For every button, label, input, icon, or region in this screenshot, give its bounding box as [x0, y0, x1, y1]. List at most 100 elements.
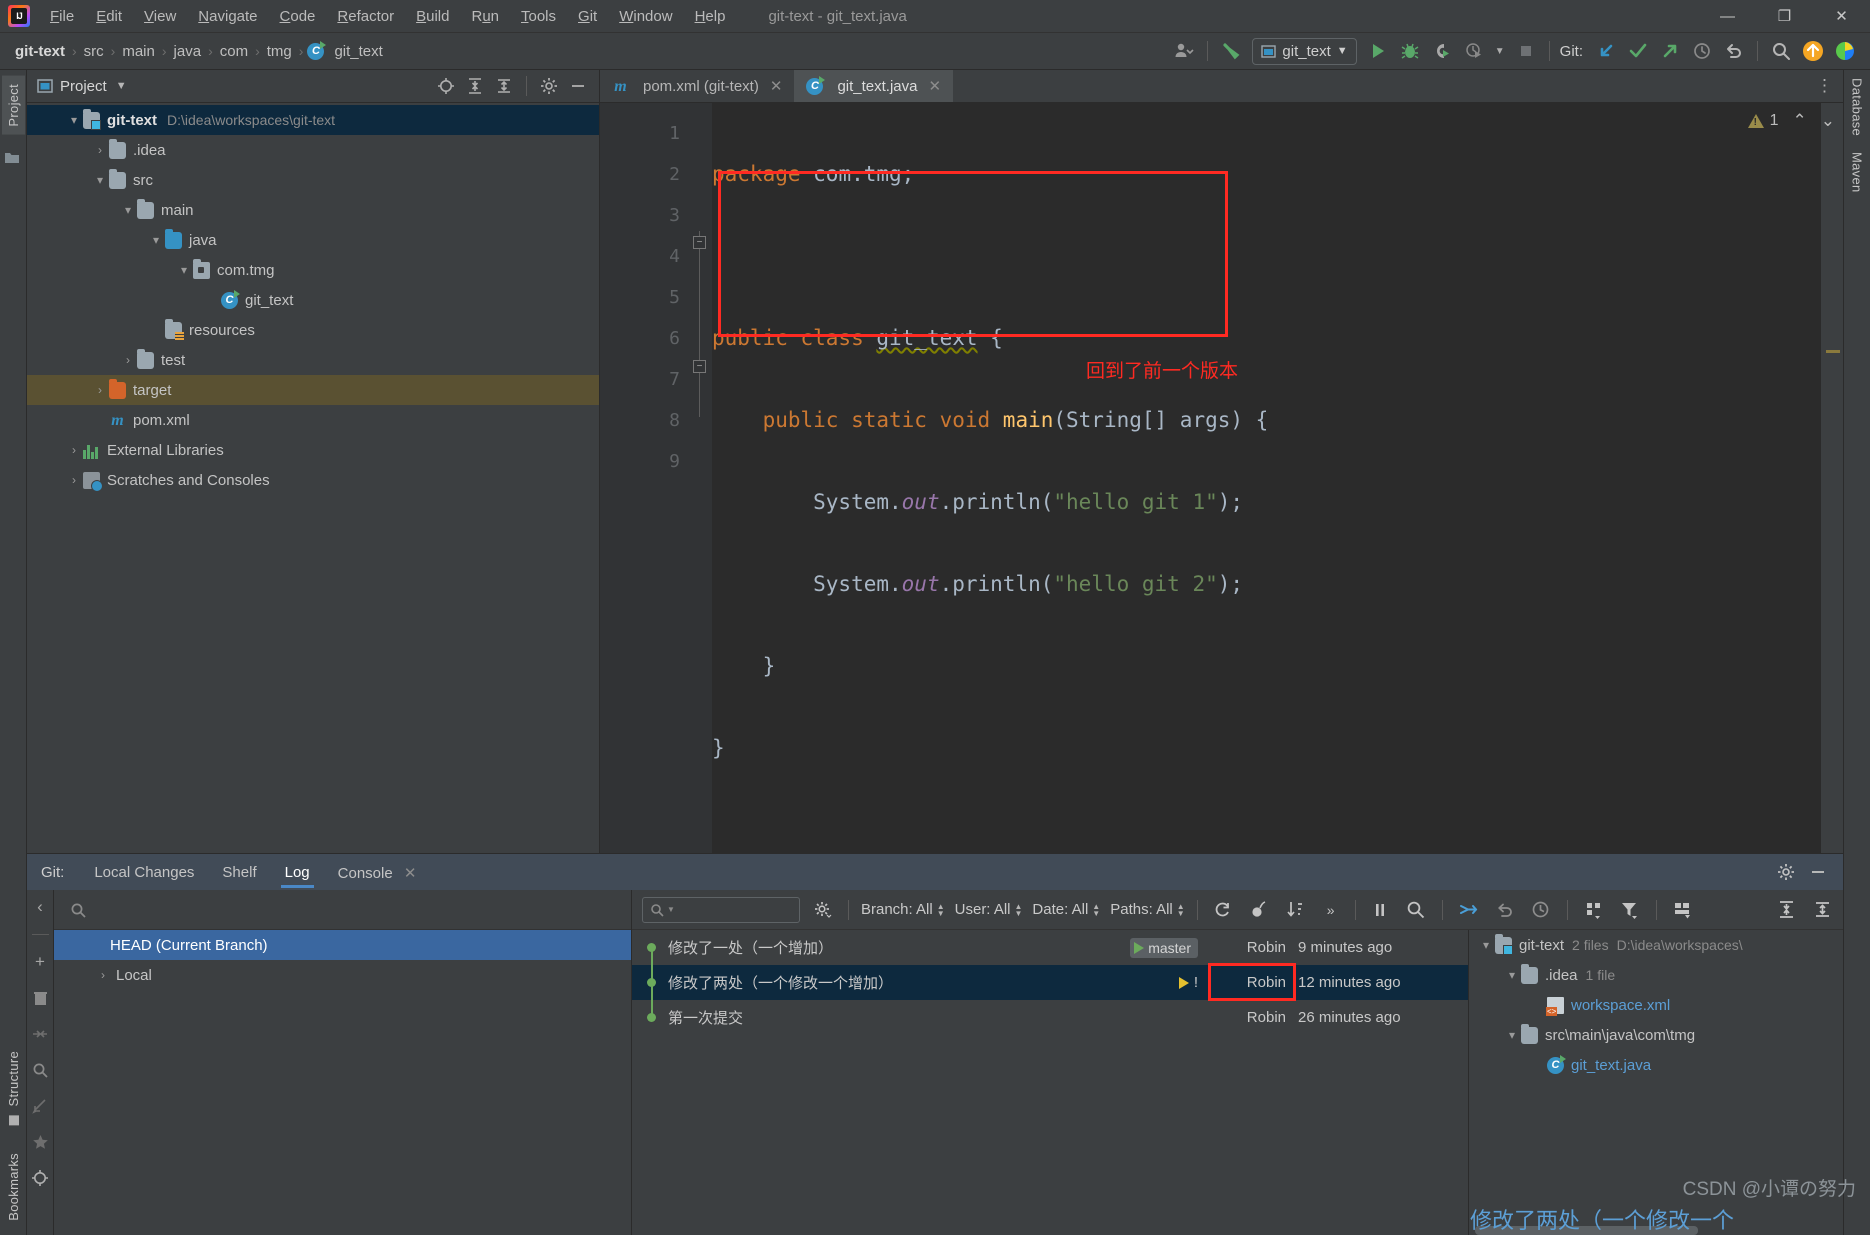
breadcrumb-project[interactable]: git-text	[12, 41, 68, 62]
git-push-icon[interactable]	[1655, 37, 1685, 65]
close-button[interactable]: ✕	[1813, 0, 1870, 33]
breadcrumb-java[interactable]: java	[171, 41, 205, 62]
commit-row[interactable]: 修改了一处（一个增加） master Robin 9 minutes ago	[632, 930, 1468, 965]
close-icon[interactable]: ✕	[928, 77, 941, 95]
menu-file[interactable]: File	[39, 4, 85, 29]
menu-help[interactable]: Help	[684, 4, 737, 29]
folder-icon[interactable]	[4, 149, 22, 167]
next-problem-icon[interactable]: ⌄	[1821, 111, 1835, 131]
menu-build[interactable]: Build	[405, 4, 460, 29]
chevron-right-icon[interactable]: ›	[119, 353, 137, 367]
close-icon[interactable]: ✕	[404, 865, 417, 882]
run-coverage-icon[interactable]	[1427, 37, 1457, 65]
rail-tab-structure[interactable]: Structure	[2, 1043, 25, 1133]
changed-file-git-text-java[interactable]: C git_text.java	[1469, 1050, 1843, 1080]
tree-node-java[interactable]: ▾ java	[27, 225, 599, 255]
gear-icon[interactable]	[1773, 860, 1799, 884]
hide-panel-icon[interactable]	[565, 74, 591, 98]
warning-stripe-mark[interactable]	[1826, 350, 1840, 353]
tree-node-idea[interactable]: › .idea	[27, 135, 599, 165]
breadcrumb-tmg[interactable]: tmg	[264, 41, 295, 62]
search-icon[interactable]	[31, 1061, 49, 1079]
branch-row-head[interactable]: HEAD (Current Branch)	[54, 930, 631, 960]
filter-icon[interactable]	[1617, 898, 1643, 922]
chevron-right-icon[interactable]: ›	[65, 473, 83, 487]
tab-local-changes[interactable]: Local Changes	[82, 856, 206, 888]
locate-icon[interactable]	[31, 1169, 49, 1187]
run-icon[interactable]	[1363, 37, 1393, 65]
hide-panel-icon[interactable]	[1805, 860, 1831, 884]
git-rollback-icon[interactable]	[1719, 37, 1749, 65]
minimize-button[interactable]: —	[1699, 0, 1756, 33]
git-commit-icon[interactable]	[1623, 37, 1653, 65]
hammer-build-icon[interactable]	[1216, 37, 1246, 65]
expand-all-icon[interactable]	[462, 74, 488, 98]
menu-refactor[interactable]: Refactor	[326, 4, 405, 29]
filter-paths[interactable]: Paths: All ▲ ▼	[1110, 901, 1184, 918]
menu-code[interactable]: Code	[269, 4, 327, 29]
branch-search-input[interactable]	[94, 901, 599, 918]
locate-icon[interactable]	[433, 74, 459, 98]
intellisort-icon[interactable]	[1456, 898, 1482, 922]
chevron-down-icon[interactable]: ▾	[175, 263, 193, 277]
breadcrumb-com[interactable]: com	[217, 41, 251, 62]
inspection-widget[interactable]: 1 ⌃ ⌄	[1747, 111, 1835, 131]
user-avatar-icon[interactable]	[1169, 37, 1199, 65]
breadcrumb-src[interactable]: src	[81, 41, 107, 62]
search-everywhere-icon[interactable]	[1766, 37, 1796, 65]
chevron-right-icon[interactable]: ›	[94, 968, 112, 982]
previous-problem-icon[interactable]: ⌃	[1793, 111, 1807, 131]
chevron-down-icon[interactable]: ▼	[667, 905, 675, 914]
edit-icon[interactable]	[31, 1097, 49, 1115]
tree-node-test[interactable]: › test	[27, 345, 599, 375]
history-icon[interactable]	[1528, 898, 1554, 922]
commit-list[interactable]: 修改了一处（一个增加） master Robin 9 minutes ago 修…	[632, 930, 1468, 1235]
pause-icon[interactable]	[1367, 898, 1393, 922]
expand-all-icon[interactable]	[1773, 898, 1799, 922]
maximize-button[interactable]: ❐	[1756, 0, 1813, 33]
tab-shelf[interactable]: Shelf	[210, 856, 268, 888]
commit-branch-tag[interactable]: master	[1130, 937, 1198, 958]
tree-node-external-libraries[interactable]: › External Libraries	[27, 435, 599, 465]
rail-tab-project[interactable]: Project	[1, 76, 25, 135]
tree-node-git-text[interactable]: ▾ git-text D:\idea\workspaces\git-text	[27, 105, 599, 135]
chevron-right-icon[interactable]: ›	[91, 143, 109, 157]
branch-row-local[interactable]: › Local	[54, 960, 631, 990]
chevron-down-icon[interactable]: ▾	[1503, 968, 1521, 982]
menu-navigate[interactable]: Navigate	[187, 4, 268, 29]
menu-git[interactable]: Git	[567, 4, 608, 29]
rail-tab-bookmarks[interactable]: Bookmarks	[2, 1139, 25, 1229]
rail-tab-database[interactable]: Database	[1850, 78, 1865, 136]
menu-view[interactable]: View	[133, 4, 187, 29]
editor-tab-pom[interactable]: m pom.xml (git-text) ✕	[600, 70, 794, 102]
tree-node-target[interactable]: › target	[27, 375, 599, 405]
log-settings-gear-icon[interactable]	[810, 898, 836, 922]
menu-tools[interactable]: Tools	[510, 4, 567, 29]
git-pull-icon[interactable]	[1591, 37, 1621, 65]
changed-folder-src[interactable]: ▾ src\main\java\com\tmg	[1469, 1020, 1843, 1050]
debug-icon[interactable]	[1395, 37, 1425, 65]
cherry-pick-icon[interactable]	[1246, 898, 1272, 922]
chevron-down-icon[interactable]: ▾	[119, 203, 137, 217]
more-options-icon[interactable]: ⋮	[1816, 76, 1835, 96]
chevron-right-icon[interactable]: ›	[91, 383, 109, 397]
profiler-icon[interactable]	[1459, 37, 1489, 65]
changed-file-root[interactable]: ▾ git-text 2 files D:\idea\workspaces\	[1469, 930, 1843, 960]
search-icon[interactable]	[1403, 898, 1429, 922]
tree-node-pom[interactable]: m pom.xml	[27, 405, 599, 435]
tree-node-src[interactable]: ▾ src	[27, 165, 599, 195]
breadcrumb-main[interactable]: main	[119, 41, 158, 62]
changed-folder-idea[interactable]: ▾ .idea 1 file	[1469, 960, 1843, 990]
filter-branch[interactable]: Branch: All ▲ ▼	[861, 901, 945, 918]
gear-icon[interactable]	[536, 74, 562, 98]
refresh-icon[interactable]	[1210, 898, 1236, 922]
layout-icon[interactable]	[1670, 898, 1696, 922]
delete-icon[interactable]	[31, 989, 49, 1007]
collapse-all-icon[interactable]	[491, 74, 517, 98]
add-icon[interactable]: +	[31, 952, 49, 971]
chevron-right-icon[interactable]: ›	[65, 443, 83, 457]
show-details-icon[interactable]	[1581, 898, 1607, 922]
chevron-down-icon[interactable]: ▾	[91, 173, 109, 187]
editor-tab-options[interactable]: ⋮	[1816, 70, 1843, 102]
stop-icon[interactable]	[1511, 37, 1541, 65]
